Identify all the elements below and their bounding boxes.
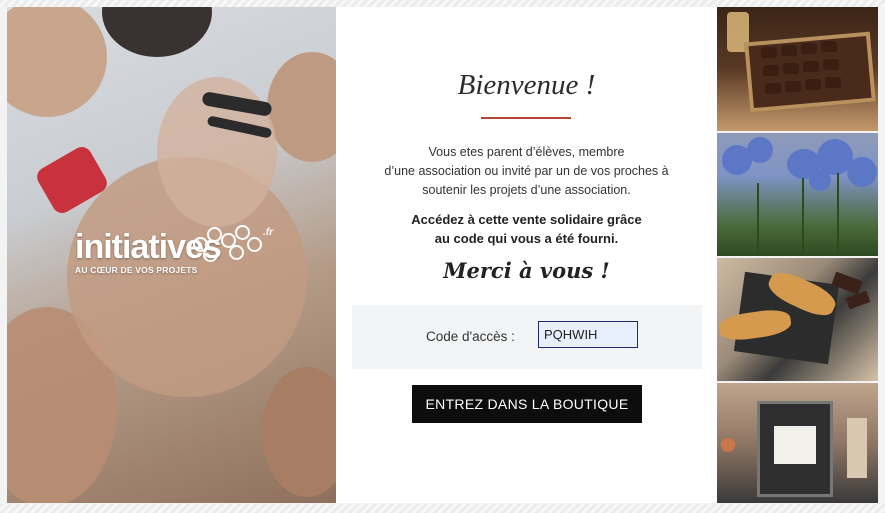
flowers-photo	[717, 133, 878, 256]
logo-tagline: AU CŒUR DE VOS PROJETS	[75, 265, 198, 275]
bottom-border-stripe	[0, 504, 885, 513]
top-border-stripe	[0, 0, 885, 7]
instruction-text: Accédez à cette vente solidaire grâce au…	[356, 210, 697, 248]
panel-pointer-arrow	[336, 248, 351, 276]
access-code-input[interactable]	[538, 321, 638, 348]
intro-line: d’une association ou invité par un de vo…	[384, 164, 669, 178]
chocolates-photo	[717, 7, 878, 131]
bread-photo	[717, 258, 878, 381]
logo-suffix: .fr	[263, 227, 273, 238]
hero-photo: .fr initiatives AU CŒUR DE VOS PROJETS	[7, 7, 336, 503]
intro-line: Vous etes parent d’élèves, membre	[428, 145, 625, 159]
instruction-line: au code qui vous a été fourni.	[434, 231, 619, 246]
welcome-title: Bienvenue !	[457, 69, 596, 101]
enter-shop-button[interactable]: ENTREZ DANS LA BOUTIQUE	[412, 385, 642, 423]
menu-board-photo	[717, 383, 878, 503]
welcome-panel: Bienvenue ! Vous etes parent d’élèves, m…	[336, 7, 717, 503]
access-code-box: Code d'accès :	[352, 305, 702, 369]
intro-text: Vous etes parent d’élèves, membre d’une …	[356, 143, 697, 200]
title-divider	[481, 117, 571, 119]
intro-line: soutenir les projets d’une association.	[422, 183, 631, 197]
instruction-line: Accédez à cette vente solidaire grâce	[411, 212, 642, 227]
initiatives-logo: .fr initiatives AU CŒUR DE VOS PROJETS	[75, 225, 273, 275]
thanks-text: Merci à vous !	[443, 258, 610, 283]
access-code-label: Code d'accès :	[426, 329, 515, 344]
product-tiles	[717, 7, 878, 503]
